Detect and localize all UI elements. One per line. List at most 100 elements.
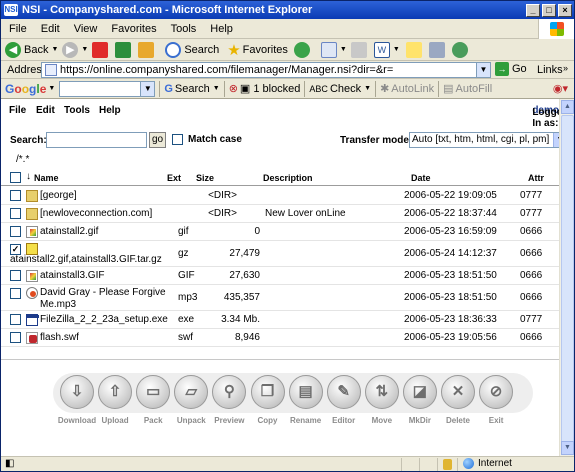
column-ext[interactable]: Ext — [167, 173, 181, 183]
scroll-thumb[interactable] — [561, 115, 574, 451]
file-row[interactable]: atainstall2.gif gif 0 2006-05-23 16:59:09 06… — [1, 223, 559, 241]
file-select-checkbox[interactable] — [10, 288, 21, 299]
google-search-input[interactable]: ▼ — [59, 80, 156, 97]
menu-help[interactable]: Help — [202, 23, 239, 35]
file-select-checkbox[interactable] — [10, 226, 21, 237]
editor-icon[interactable]: ✎ — [326, 375, 361, 409]
google-dropdown-icon[interactable]: ▼ — [140, 81, 155, 96]
folder-file-icon[interactable] — [26, 208, 38, 220]
match-case-checkbox[interactable] — [172, 134, 183, 145]
go-button[interactable]: → Go — [495, 62, 527, 76]
column-attr[interactable]: Attr — [528, 173, 544, 183]
spellcheck-button[interactable]: Check — [330, 83, 361, 95]
print-button[interactable] — [350, 41, 370, 58]
copy-icon[interactable]: ❐ — [250, 375, 285, 409]
app-menu-tools[interactable]: Tools — [64, 105, 90, 116]
links-chevron-icon[interactable]: » — [563, 63, 568, 73]
file-select-checkbox[interactable] — [10, 270, 21, 281]
app-menu-help[interactable]: Help — [99, 105, 121, 116]
file-row[interactable]: [george] <DIR> 2006-05-22 19:09:05 0777 — [1, 187, 559, 205]
history-button[interactable] — [293, 41, 313, 58]
google-search-button[interactable]: Search — [175, 83, 210, 95]
favorites-button[interactable]: ★ Favorites — [227, 41, 288, 59]
file-row[interactable]: [newloveconnection.com] <DIR> New Lover on… — [1, 205, 559, 223]
move-icon[interactable]: ⇅ — [364, 375, 399, 409]
column-description[interactable]: Description — [263, 173, 313, 183]
stop-button[interactable] — [92, 41, 111, 58]
refresh-button[interactable] — [115, 41, 134, 58]
mp3-file-icon[interactable] — [26, 287, 38, 299]
search-button[interactable]: Search — [165, 41, 219, 58]
delete-icon[interactable]: ✕ — [441, 375, 475, 409]
file-name-link[interactable]: atainstall2.gif,atainstall3.GIF.tar.gz — [10, 254, 180, 266]
maximize-button[interactable]: □ — [542, 3, 556, 17]
search-go-button[interactable]: go — [149, 132, 166, 148]
folder-file-icon[interactable] — [26, 190, 38, 202]
sort-arrow-icon[interactable]: ↓ — [26, 171, 31, 182]
download-icon[interactable]: ⇩ — [60, 375, 94, 409]
exit-icon[interactable]: ⊘ — [479, 375, 514, 409]
menu-view[interactable]: View — [66, 23, 104, 35]
address-dropdown-icon[interactable]: ▼ — [476, 63, 490, 77]
menu-file[interactable]: File — [1, 23, 33, 35]
transfer-mode-select[interactable]: Auto [txt, htm, html, cgi, pl, pm] ▼ — [409, 132, 559, 148]
mail-button[interactable]: ▼ — [320, 41, 347, 58]
messenger-button[interactable] — [451, 41, 471, 58]
file-select-checkbox[interactable] — [10, 314, 21, 325]
file-name-link[interactable]: [newloveconnection.com] — [40, 208, 180, 220]
select-all-checkbox[interactable] — [10, 172, 21, 183]
scroll-down-icon[interactable]: ▼ — [561, 441, 574, 455]
vertical-scrollbar[interactable]: ▲ ▼ — [559, 99, 574, 456]
file-select-checkbox[interactable] — [10, 332, 21, 343]
file-name-link[interactable]: flash.swf — [40, 332, 180, 344]
file-row[interactable]: ✓ atainstall2.gif,atainstall3.GIF.tar.gz g… — [1, 241, 559, 267]
column-name[interactable]: Name — [34, 173, 59, 183]
forward-button[interactable]: ▶ ▼ — [62, 41, 88, 58]
google-options-icon[interactable]: ◉▾ — [553, 82, 568, 95]
file-name-link[interactable]: David Gray - Please Forgive Me.mp3 — [40, 287, 170, 311]
file-search-input[interactable] — [46, 132, 147, 148]
research-button[interactable] — [428, 41, 448, 58]
notes-button[interactable] — [405, 41, 425, 58]
edit-word-button[interactable]: W ▼ — [373, 41, 400, 58]
menu-tools[interactable]: Tools — [163, 23, 203, 35]
close-button[interactable]: × — [558, 3, 572, 17]
file-select-checkbox[interactable] — [10, 208, 21, 219]
column-size[interactable]: Size — [196, 173, 214, 183]
links-button[interactable]: Links — [537, 64, 563, 76]
pack-icon[interactable]: ▭ — [136, 375, 171, 409]
file-select-checkbox[interactable] — [10, 190, 21, 201]
popup-blocked-count[interactable]: 1 blocked — [253, 83, 300, 95]
file-name-link[interactable]: [george] — [40, 190, 180, 202]
autofill-button[interactable]: AutoFill — [456, 83, 493, 95]
home-button[interactable] — [138, 41, 157, 58]
autolink-button[interactable]: AutoLink — [391, 83, 434, 95]
address-input[interactable]: https://online.companyshared.com/fileman… — [41, 62, 491, 78]
exe-file-icon[interactable] — [26, 314, 39, 326]
file-row[interactable]: David Gray - Please Forgive Me.mp3 mp3 435… — [1, 285, 559, 311]
file-name-link[interactable]: atainstall3.GIF — [40, 270, 180, 282]
scroll-up-icon[interactable]: ▲ — [561, 100, 574, 114]
back-button[interactable]: ◀ Back ▼ — [5, 41, 58, 58]
gif-file-icon[interactable] — [26, 226, 38, 238]
swf-file-icon[interactable] — [26, 332, 38, 344]
column-date[interactable]: Date — [411, 173, 431, 183]
mkdir-icon[interactable]: ◪ — [402, 375, 437, 409]
app-menu-file[interactable]: File — [9, 105, 26, 116]
upload-icon[interactable]: ⇧ — [98, 375, 133, 409]
file-name-link[interactable]: FileZilla_2_2_23a_setup.exe — [40, 314, 180, 326]
gif-file-icon[interactable] — [26, 270, 38, 282]
file-row[interactable]: flash.swf swf 8,946 2006-05-23 19:05:56 0666 — [1, 329, 559, 347]
rename-icon[interactable]: ▤ — [288, 375, 323, 409]
google-logo[interactable]: Google — [5, 82, 46, 96]
file-row[interactable]: atainstall3.GIF GIF 27,630 2006-05-23 18:51… — [1, 267, 559, 285]
minimize-button[interactable]: _ — [526, 3, 540, 17]
unpack-icon[interactable]: ▱ — [174, 375, 209, 409]
file-row[interactable]: FileZilla_2_2_23a_setup.exe exe 3.34 Mb. 20… — [1, 311, 559, 329]
menu-favorites[interactable]: Favorites — [103, 23, 162, 35]
file-name-link[interactable]: atainstall2.gif — [40, 226, 180, 238]
exit-button[interactable]: ⊘ Exit — [473, 375, 519, 425]
app-menu-edit[interactable]: Edit — [36, 105, 55, 116]
menu-edit[interactable]: Edit — [33, 23, 66, 35]
preview-icon[interactable]: ⚲ — [212, 375, 247, 409]
